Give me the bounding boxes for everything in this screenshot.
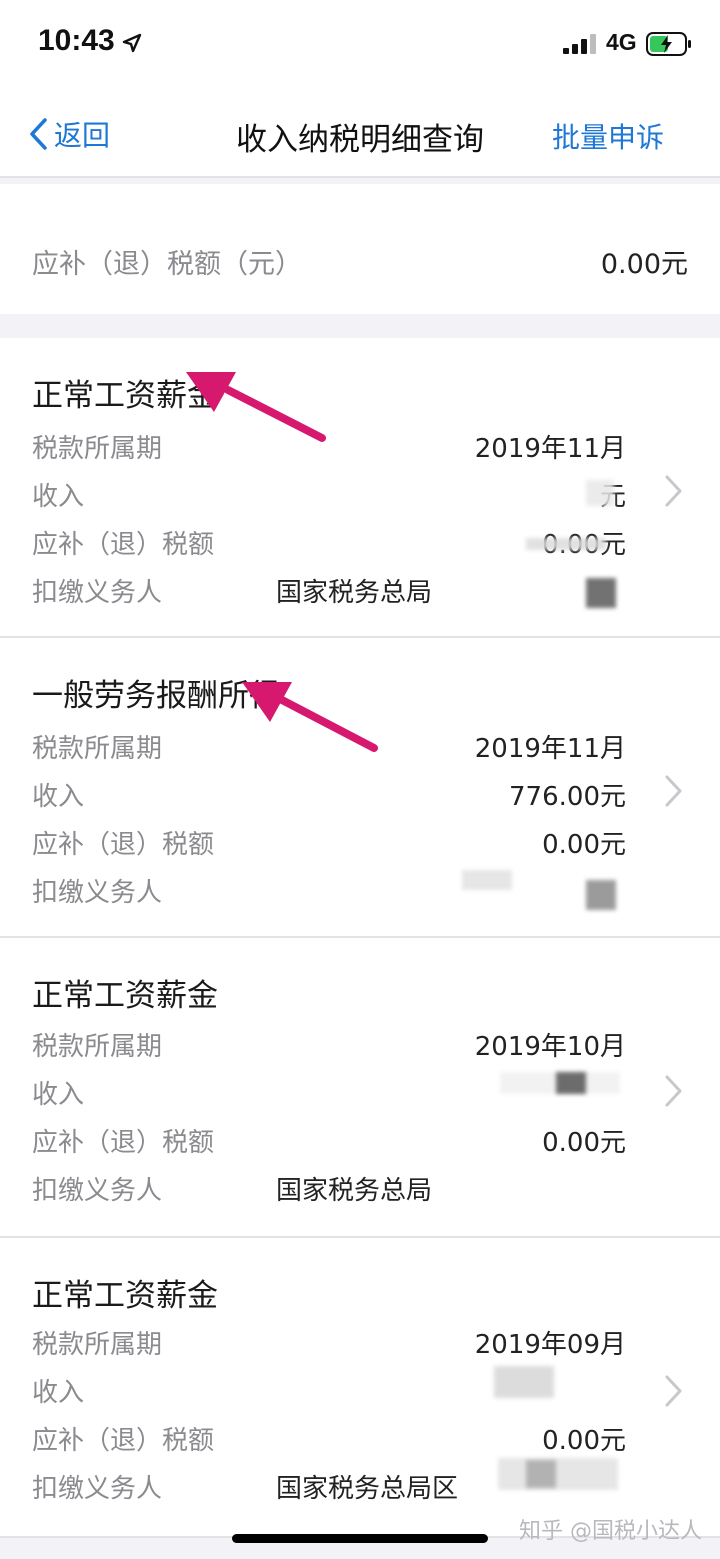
page-title: 收入纳税明细查询 xyxy=(236,122,484,158)
income-label: 收入 xyxy=(32,1378,85,1408)
back-label: 返回 xyxy=(54,119,111,152)
chevron-right-icon xyxy=(665,475,682,507)
agent-value: 国家税务总局 xyxy=(276,578,432,608)
network-label: 4G xyxy=(606,29,637,55)
chevron-right-icon xyxy=(665,1375,682,1407)
agent-label: 扣缴义务人 xyxy=(32,1474,163,1504)
redaction-blur xyxy=(494,1366,554,1398)
agent-label: 扣缴义务人 xyxy=(32,1176,163,1206)
period-value: 2019年10月 xyxy=(474,1032,626,1062)
signal-icon xyxy=(563,34,597,54)
income-label: 收入 xyxy=(32,482,85,512)
navigation-bar: 返回 收入纳税明细查询 批量申诉 xyxy=(0,88,720,178)
period-value: 2019年11月 xyxy=(474,434,626,464)
tax-summary-card: 应补（退）税额（元） 0.00元 xyxy=(0,184,720,314)
summary-label: 应补（退）税额（元） xyxy=(32,249,302,280)
chevron-left-icon xyxy=(30,118,47,150)
agent-label: 扣缴义务人 xyxy=(32,878,163,908)
period-label: 税款所属期 xyxy=(32,1032,163,1062)
chevron-right-icon xyxy=(665,1075,682,1107)
income-record[interactable]: 正常工资薪金 税款所属期 2019年11月 收入 元 应补（退）税额 0.00元… xyxy=(0,338,720,636)
tax-value: 0.00元 xyxy=(542,1426,626,1456)
chevron-right-icon xyxy=(665,775,682,807)
status-time: 10:43 xyxy=(38,24,115,57)
agent-label: 扣缴义务人 xyxy=(32,578,163,608)
redaction-blur xyxy=(586,880,616,910)
watermark: 知乎 @国税小达人 xyxy=(519,1519,702,1544)
record-title: 正常工资薪金 xyxy=(32,378,218,414)
agent-value: 国家税务总局区 xyxy=(276,1474,459,1504)
back-button[interactable]: 返回 xyxy=(28,112,110,156)
income-value: 776.00元 xyxy=(509,782,626,812)
redaction-blur xyxy=(498,1458,618,1490)
home-indicator xyxy=(232,1534,488,1543)
income-label: 收入 xyxy=(32,1080,85,1110)
redaction-blur xyxy=(556,1072,586,1094)
record-title: 正常工资薪金 xyxy=(32,978,218,1014)
tax-value: 0.00元 xyxy=(542,830,626,860)
batch-appeal-button[interactable]: 批量申诉 xyxy=(552,116,664,156)
redaction-blur xyxy=(462,870,512,890)
agent-value: 国家税务总局 xyxy=(276,1176,432,1206)
summary-value: 0.00元 xyxy=(600,249,688,280)
income-record[interactable]: 一般劳务报酬所得 税款所属期 2019年11月 收入 776.00元 应补（退）… xyxy=(0,638,720,936)
location-arrow-icon xyxy=(122,33,142,53)
income-record[interactable]: 正常工资薪金 税款所属期 2019年10月 收入 应补（退）税额 0.00元 扣… xyxy=(0,938,720,1236)
status-bar: 10:43 4G xyxy=(0,0,720,88)
period-label: 税款所属期 xyxy=(32,734,163,764)
period-value: 2019年11月 xyxy=(474,734,626,764)
record-title: 一般劳务报酬所得 xyxy=(32,678,280,714)
tax-value: 0.00元 xyxy=(542,1128,626,1158)
period-label: 税款所属期 xyxy=(32,1330,163,1360)
redaction-blur xyxy=(526,538,606,550)
redaction-blur xyxy=(586,480,614,506)
redaction-blur xyxy=(526,1460,556,1488)
redaction-blur xyxy=(586,578,616,608)
record-title: 正常工资薪金 xyxy=(32,1278,218,1314)
battery-charging-icon xyxy=(646,32,691,56)
tax-label: 应补（退）税额 xyxy=(32,530,215,560)
tax-label: 应补（退）税额 xyxy=(32,830,215,860)
tax-label: 应补（退）税额 xyxy=(32,1128,215,1158)
income-label: 收入 xyxy=(32,782,85,812)
tax-label: 应补（退）税额 xyxy=(32,1426,215,1456)
income-record[interactable]: 正常工资薪金 税款所属期 2019年09月 收入 应补（退）税额 0.00元 扣… xyxy=(0,1238,720,1536)
period-value: 2019年09月 xyxy=(474,1330,626,1360)
period-label: 税款所属期 xyxy=(32,434,163,464)
